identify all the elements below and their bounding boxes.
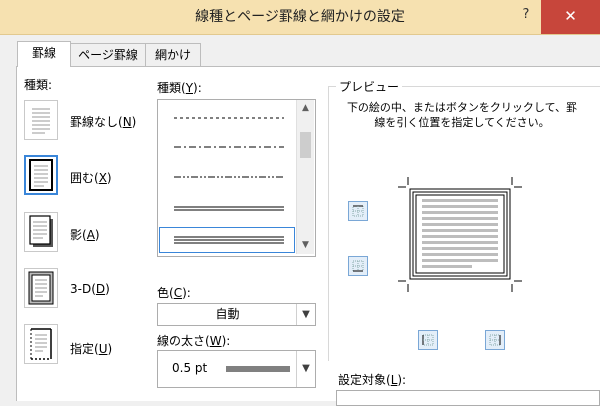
tab-borders[interactable]: 罫線 [17,41,71,67]
preview-page[interactable] [398,177,522,292]
scroll-up-icon[interactable]: ▲ [297,100,314,117]
line-style-dashed-fine[interactable] [160,106,294,130]
setting-shadow-label[interactable]: 影(A) [70,226,100,243]
close-button[interactable]: ✕ [541,0,600,34]
border-custom-icon[interactable] [24,324,58,364]
style-label: 種類(Y): [157,81,202,95]
color-value: 自動 [215,307,240,321]
border-none-icon[interactable] [24,100,58,140]
right-border-button[interactable] [485,330,505,350]
help-button[interactable]: ? [516,0,536,34]
tab-shading[interactable]: 網かけ [145,43,201,66]
left-border-button[interactable] [418,330,438,350]
apply-to-select[interactable] [336,390,600,406]
title-bar: 線種とページ罫線と網かけの設定 ? ✕ [0,0,600,35]
setting-none-label[interactable]: 罫線なし(N) [70,113,136,130]
width-label: 線の太さ(W): [157,334,231,348]
line-style-triple[interactable] [159,227,295,253]
scroll-thumb[interactable] [300,132,311,158]
setting-custom-label[interactable]: 指定(U) [70,340,112,357]
tab-page-border[interactable]: ページ罫線 [69,43,147,66]
line-style-dash-dot-dot[interactable] [160,165,294,189]
apply-to-label: 設定対象(L): [338,373,407,387]
top-border-button[interactable] [348,201,368,221]
color-label: 色(C): [157,286,191,300]
setting-3d-label[interactable]: 3-D(D) [70,282,110,296]
border-box-icon[interactable] [24,155,58,195]
chevron-down-icon[interactable]: ▼ [296,304,315,325]
setting-box-label[interactable]: 囲む(X) [70,169,112,186]
width-value: 0.5 pt [172,361,208,375]
window-title: 線種とページ罫線と網かけの設定 [195,9,405,25]
chevron-down-icon[interactable]: ▼ [296,351,315,387]
color-select[interactable]: 自動 ▼ [157,303,316,326]
line-style-double[interactable] [160,196,294,220]
setting-heading: 種類: [24,78,53,92]
preview-instructions: 下の絵の中、またはボタンをクリックして、罫線を引く位置を指定してください。 [346,101,578,129]
width-select[interactable]: 0.5 pt ▼ [157,350,316,388]
border-3d-icon[interactable] [24,268,58,308]
scroll-down-icon[interactable]: ▼ [297,237,314,254]
line-style-scrollbar[interactable]: ▲ ▼ [296,100,314,254]
width-sample-icon [226,366,290,372]
line-style-dash-dot[interactable] [160,135,294,159]
bottom-border-button[interactable] [348,256,368,276]
border-shadow-icon[interactable] [24,212,58,252]
preview-label: プレビュー [336,78,403,95]
